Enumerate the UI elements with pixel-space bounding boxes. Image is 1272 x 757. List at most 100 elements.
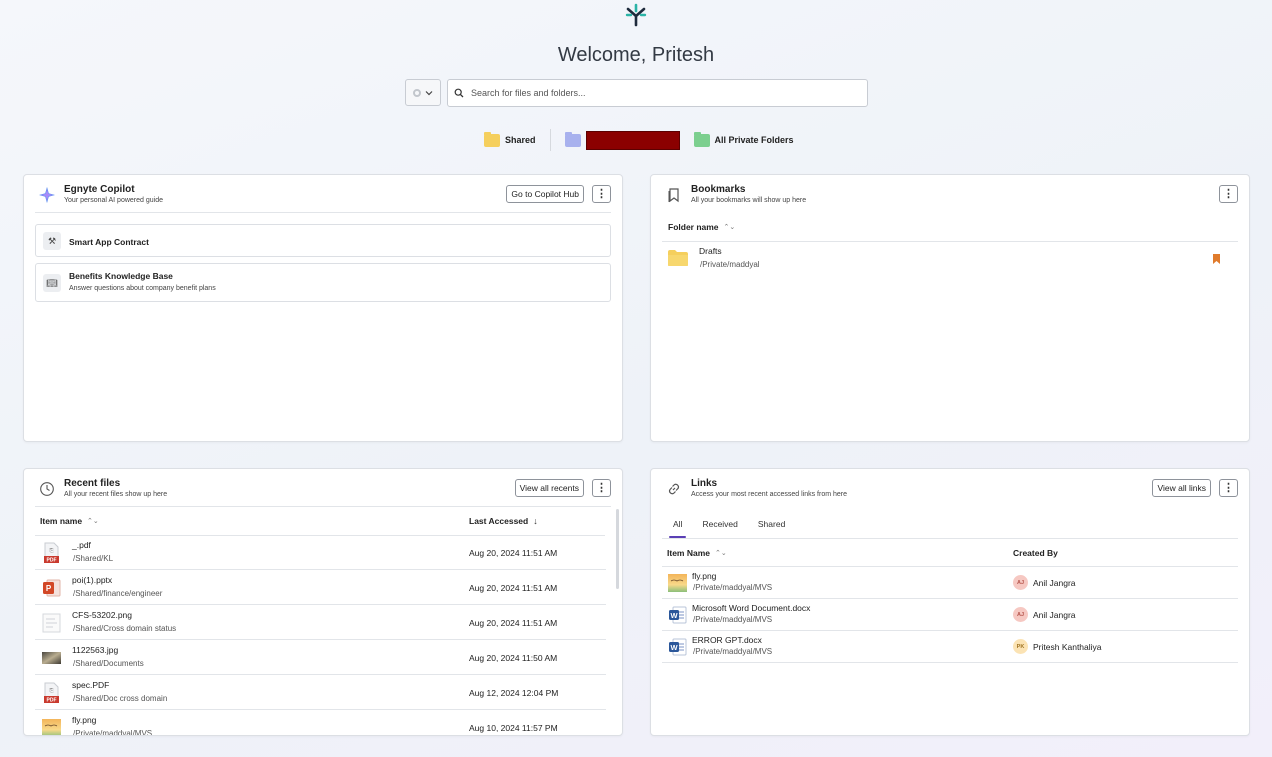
file-name: fly.png	[72, 715, 97, 725]
view-all-links-button[interactable]: View all links	[1152, 479, 1211, 497]
file-path: /Shared/Doc cross domain	[73, 694, 168, 703]
card-subtitle: All your recent files show up here	[64, 491, 168, 498]
tools-icon: ⚒	[43, 232, 61, 250]
recent-file-row[interactable]: ⎘ PDF _.pdf/Shared/KL Aug 20, 2024 11:51 AM	[35, 535, 606, 570]
recent-files-card: Recent files All your recent files show …	[23, 468, 623, 736]
file-name: _.pdf	[72, 540, 91, 550]
card-subtitle: All your bookmarks will show up here	[691, 197, 807, 204]
file-name: spec.PDF	[72, 680, 110, 690]
column-header-created-by: Created By	[1013, 548, 1058, 558]
bookmark-row[interactable]: Drafts /Private/maddyal	[662, 242, 1238, 274]
column-header-label: Last Accessed	[469, 516, 529, 526]
creator-name: Pritesh Kanthaliya	[1033, 642, 1102, 652]
scrollbar[interactable]	[616, 509, 619, 589]
column-header-folder-name[interactable]: Folder name ⌃⌄	[668, 222, 735, 232]
view-all-recents-button[interactable]: View all recents	[514, 479, 584, 497]
link-name: ERROR GPT.docx	[692, 635, 762, 645]
divider	[662, 538, 1238, 539]
divider	[35, 212, 611, 213]
bookmark-name: Drafts	[699, 246, 722, 256]
column-header-label: Item name	[40, 516, 83, 526]
file-name: 1122563.jpg	[72, 645, 119, 655]
link-row[interactable]: W Microsoft Word Document.docx/Private/ma…	[662, 599, 1238, 631]
file-path: /Private/maddyal/MVS	[73, 729, 153, 736]
scope-icon	[413, 88, 421, 97]
quick-folder-private[interactable]: All Private Folders	[693, 129, 794, 151]
column-header-last-accessed[interactable]: Last Accessed ↓	[469, 516, 538, 526]
tab-all[interactable]: All	[668, 515, 688, 538]
search-box[interactable]	[447, 79, 868, 107]
sort-icon: ⌃⌄	[715, 550, 727, 557]
column-header-label: Item Name	[667, 548, 710, 558]
png-doc-file-icon	[41, 612, 62, 634]
sort-icon: ⌃⌄	[87, 518, 99, 525]
column-header-item-name[interactable]: Item name ⌃⌄	[40, 516, 99, 526]
copilot-item-smart-app[interactable]: ⚒ Smart App Contract	[35, 224, 611, 257]
recent-file-row[interactable]: fly.png/Private/maddyal/MVS Aug 10, 2024 …	[35, 710, 606, 736]
search-input[interactable]	[471, 88, 851, 98]
more-options-icon[interactable]: ⋮	[592, 479, 611, 497]
card-subtitle: Access your most recent accessed links f…	[691, 491, 848, 498]
tab-received[interactable]: Received	[702, 515, 737, 538]
quick-folders: Shared All Private Folders	[484, 129, 794, 151]
docx-file-icon: W	[667, 636, 688, 658]
quick-folder-label: Shared	[505, 135, 536, 145]
more-options-icon[interactable]: ⋮	[592, 185, 611, 203]
link-name: Microsoft Word Document.docx	[692, 603, 811, 613]
bookmarks-card: Bookmarks All your bookmarks will show u…	[650, 174, 1250, 442]
more-options-icon[interactable]: ⋮	[1219, 185, 1238, 203]
divider	[35, 506, 611, 507]
last-accessed: Aug 20, 2024 11:51 AM	[469, 618, 558, 628]
jpg-file-icon	[41, 647, 62, 669]
file-path: /Shared/KL	[73, 554, 114, 563]
link-name: fly.png	[692, 571, 717, 581]
folder-icon	[693, 131, 710, 147]
svg-text:⎘: ⎘	[49, 688, 53, 694]
recent-file-row[interactable]: CFS-53202.png/Shared/Cross domain status…	[35, 605, 606, 640]
links-card: Links Access your most recent accessed l…	[650, 468, 1250, 736]
card-subtitle: Your personal AI powered guide	[64, 197, 163, 204]
png-image-file-icon	[667, 572, 688, 594]
column-header-label: Created By	[1013, 548, 1058, 558]
quick-folder-shared[interactable]: Shared	[484, 129, 536, 151]
bookmark-path: /Private/maddyal	[700, 260, 760, 269]
png-image-file-icon	[41, 717, 62, 735]
link-path: /Private/maddyal/MVS	[693, 647, 773, 656]
quick-folder-redacted[interactable]	[564, 129, 680, 151]
column-header-item-name[interactable]: Item Name ⌃⌄	[667, 548, 727, 558]
card-title: Egnyte Copilot	[64, 184, 135, 195]
copilot-card: Egnyte Copilot Your personal AI powered …	[23, 174, 623, 442]
links-tabs: All Received Shared	[662, 515, 798, 538]
copilot-item-benefits[interactable]: 📖︎ Benefits Knowledge Base Answer questi…	[35, 263, 611, 302]
bookmark-filled-icon[interactable]	[1213, 254, 1220, 264]
pdf-file-icon: ⎘ PDF	[41, 542, 62, 564]
folder-icon	[668, 250, 688, 266]
docx-file-icon: W	[667, 604, 688, 626]
sparkle-icon	[39, 187, 55, 203]
creator-name: Anil Jangra	[1033, 578, 1076, 588]
card-title: Recent files	[64, 478, 121, 489]
copilot-item-label: Benefits Knowledge Base	[69, 271, 173, 281]
more-options-icon[interactable]: ⋮	[1219, 479, 1238, 497]
copilot-item-label: Smart App Contract	[69, 237, 149, 247]
svg-text:W: W	[670, 611, 678, 620]
link-path: /Private/maddyal/MVS	[693, 615, 773, 624]
recent-file-row[interactable]: Ppoi(1).pptx/Shared/finance/engineer Aug …	[35, 570, 606, 605]
link-row[interactable]: fly.png/Private/maddyal/MVS AJ Anil Jangra	[662, 567, 1238, 599]
folder-icon	[564, 131, 581, 147]
recent-file-row[interactable]: ⎘ PDF spec.PDF/Shared/Doc cross domain Aug …	[35, 675, 606, 710]
search-scope-dropdown[interactable]	[405, 79, 441, 106]
last-accessed: Aug 20, 2024 11:51 AM	[469, 583, 558, 593]
recent-file-row[interactable]: 1122563.jpg/Shared/Documents Aug 20, 2024…	[35, 640, 606, 675]
redacted-label	[585, 130, 680, 150]
link-icon	[668, 483, 680, 495]
svg-text:P: P	[46, 584, 52, 593]
card-title: Bookmarks	[691, 184, 746, 195]
svg-text:PDF: PDF	[47, 558, 57, 564]
quick-folder-label: All Private Folders	[714, 135, 794, 145]
creator-name: Anil Jangra	[1033, 610, 1076, 620]
copilot-hub-button[interactable]: Go to Copilot Hub	[506, 185, 584, 203]
link-row[interactable]: W ERROR GPT.docx/Private/maddyal/MVS PK Pri…	[662, 631, 1238, 663]
pptx-file-icon: P	[41, 577, 62, 599]
tab-shared[interactable]: Shared	[758, 515, 785, 538]
